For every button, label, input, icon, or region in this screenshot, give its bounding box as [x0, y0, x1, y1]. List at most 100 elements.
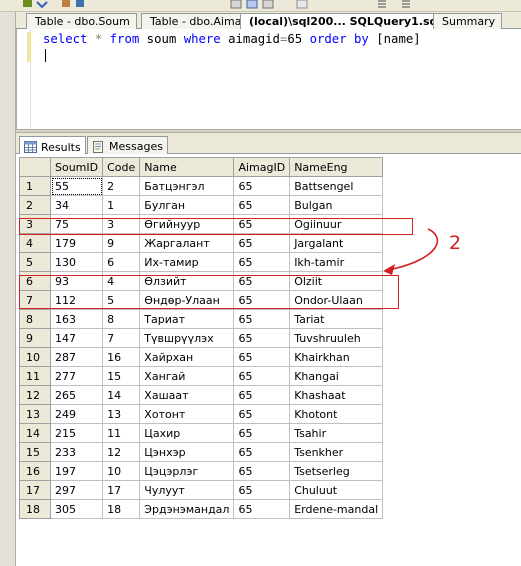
- cell-nameeng[interactable]: Ogiinuur: [289, 214, 384, 234]
- cell-code[interactable]: 9: [102, 233, 141, 253]
- cell-soumid[interactable]: 112: [49, 290, 104, 310]
- cell-code[interactable]: 17: [102, 480, 141, 500]
- cell-nameeng[interactable]: Battsengel: [289, 176, 384, 196]
- cell-soumid[interactable]: 75: [49, 214, 104, 234]
- tab-messages[interactable]: Messages: [87, 136, 168, 154]
- row-number-cell[interactable]: 7: [19, 290, 51, 310]
- row-number-cell[interactable]: 17: [19, 480, 51, 500]
- cell-name[interactable]: Тариат: [139, 309, 235, 329]
- cell-nameeng[interactable]: Tsenkher: [289, 442, 384, 462]
- cell-aimagid[interactable]: 65: [233, 271, 291, 291]
- table-row[interactable]: 17 297 17 Чулуут 65 Chuluut: [19, 480, 384, 500]
- row-number-cell[interactable]: 1: [19, 176, 51, 196]
- row-number-cell[interactable]: 13: [19, 404, 51, 424]
- cell-aimagid[interactable]: 65: [233, 195, 291, 215]
- cell-name[interactable]: Батцэнгэл: [139, 176, 235, 196]
- cell-name[interactable]: Өгийнуур: [139, 214, 235, 234]
- cell-code[interactable]: 11: [102, 423, 141, 443]
- cell-soumid[interactable]: 305: [49, 499, 104, 519]
- cell-aimagid[interactable]: 65: [233, 385, 291, 405]
- cell-nameeng[interactable]: Bulgan: [289, 195, 384, 215]
- table-row[interactable]: 7 112 5 Өндөр-Улаан 65 Ondor-Ulaan: [19, 290, 384, 310]
- cell-code[interactable]: 5: [102, 290, 141, 310]
- cell-aimagid[interactable]: 65: [233, 176, 291, 196]
- cell-nameeng[interactable]: Erdene-mandal: [289, 499, 384, 519]
- cell-nameeng[interactable]: Tsetserleg: [289, 461, 384, 481]
- cell-aimagid[interactable]: 65: [233, 328, 291, 348]
- toolbar-icon[interactable]: [376, 0, 388, 9]
- cell-name[interactable]: Эрдэнэмандал: [139, 499, 235, 519]
- cell-aimagid[interactable]: 65: [233, 290, 291, 310]
- row-number-cell[interactable]: 12: [19, 385, 51, 405]
- cell-soumid[interactable]: 197: [49, 461, 104, 481]
- cell-aimagid[interactable]: 65: [233, 423, 291, 443]
- cell-soumid[interactable]: 179: [49, 233, 104, 253]
- column-header-soumid[interactable]: SoumID: [49, 157, 104, 177]
- column-header-aimagid[interactable]: AimagID: [233, 157, 291, 177]
- cell-soumid[interactable]: 215: [49, 423, 104, 443]
- row-number-cell[interactable]: 6: [19, 271, 51, 291]
- row-number-cell[interactable]: 9: [19, 328, 51, 348]
- column-header-name[interactable]: Name: [139, 157, 235, 177]
- results-grid[interactable]: SoumID Code Name AimagID NameEng 1 55 2 Бат…: [19, 157, 384, 519]
- cell-soumid[interactable]: 277: [49, 366, 104, 386]
- cell-nameeng[interactable]: Tuvshruuleh: [289, 328, 384, 348]
- cell-code[interactable]: 3: [102, 214, 141, 234]
- cell-aimagid[interactable]: 65: [233, 499, 291, 519]
- column-header-code[interactable]: Code: [102, 157, 141, 177]
- table-row[interactable]: 16 197 10 Цэцэрлэг 65 Tsetserleg: [19, 461, 384, 481]
- cell-code[interactable]: 1: [102, 195, 141, 215]
- cell-name[interactable]: Хангай: [139, 366, 235, 386]
- cell-aimagid[interactable]: 65: [233, 461, 291, 481]
- cell-name[interactable]: Цахир: [139, 423, 235, 443]
- cell-code[interactable]: 6: [102, 252, 141, 272]
- cell-nameeng[interactable]: Tsahir: [289, 423, 384, 443]
- toolbar-icon[interactable]: [262, 0, 274, 9]
- sql-editor[interactable]: select * from soum where aimagid=65 orde…: [16, 29, 521, 129]
- cell-aimagid[interactable]: 65: [233, 309, 291, 329]
- cell-aimagid[interactable]: 65: [233, 252, 291, 272]
- cell-aimagid[interactable]: 65: [233, 347, 291, 367]
- cell-code[interactable]: 2: [102, 176, 141, 196]
- toolbar-icon[interactable]: [74, 0, 86, 9]
- cell-soumid[interactable]: 265: [49, 385, 104, 405]
- table-row[interactable]: 9 147 7 Түвшрүүлэх 65 Tuvshruuleh: [19, 328, 384, 348]
- table-row[interactable]: 12 265 14 Хашаат 65 Khashaat: [19, 385, 384, 405]
- table-row[interactable]: 5 130 6 Их-тамир 65 Ikh-tamir: [19, 252, 384, 272]
- cell-nameeng[interactable]: Ikh-tamir: [289, 252, 384, 272]
- cell-code[interactable]: 10: [102, 461, 141, 481]
- cell-soumid[interactable]: 297: [49, 480, 104, 500]
- cell-nameeng[interactable]: Khotont: [289, 404, 384, 424]
- cell-soumid[interactable]: 130: [49, 252, 104, 272]
- cell-code[interactable]: 13: [102, 404, 141, 424]
- row-number-cell[interactable]: 5: [19, 252, 51, 272]
- column-header-nameeng[interactable]: NameEng: [289, 157, 384, 177]
- cell-nameeng[interactable]: Khairkhan: [289, 347, 384, 367]
- tab-sql-query[interactable]: (local)\sql200... SQLQuery1.sql*: [240, 13, 454, 30]
- table-row[interactable]: 10 287 16 Хайрхан 65 Khairkhan: [19, 347, 384, 367]
- sql-query-line[interactable]: select * from soum where aimagid=65 orde…: [43, 32, 421, 46]
- cell-aimagid[interactable]: 65: [233, 480, 291, 500]
- cell-soumid[interactable]: 55: [49, 176, 104, 196]
- cell-soumid[interactable]: 93: [49, 271, 104, 291]
- cell-aimagid[interactable]: 65: [233, 233, 291, 253]
- row-number-cell[interactable]: 4: [19, 233, 51, 253]
- cell-code[interactable]: 7: [102, 328, 141, 348]
- cell-soumid[interactable]: 287: [49, 347, 104, 367]
- cell-soumid[interactable]: 233: [49, 442, 104, 462]
- toolbar-icon[interactable]: [400, 0, 412, 9]
- cell-code[interactable]: 16: [102, 347, 141, 367]
- row-number-cell[interactable]: 18: [19, 499, 51, 519]
- cell-name[interactable]: Өндөр-Улаан: [139, 290, 235, 310]
- tab-table-soum[interactable]: Table - dbo.Soum: [26, 13, 137, 29]
- cell-nameeng[interactable]: Chuluut: [289, 480, 384, 500]
- cell-nameeng[interactable]: Jargalant: [289, 233, 384, 253]
- table-row[interactable]: 4 179 9 Жаргалант 65 Jargalant: [19, 233, 384, 253]
- row-number-cell[interactable]: 8: [19, 309, 51, 329]
- table-row[interactable]: 3 75 3 Өгийнуур 65 Ogiinuur: [19, 214, 384, 234]
- table-row[interactable]: 2 34 1 Булган 65 Bulgan: [19, 195, 384, 215]
- row-number-cell[interactable]: 14: [19, 423, 51, 443]
- table-row[interactable]: 14 215 11 Цахир 65 Tsahir: [19, 423, 384, 443]
- cell-soumid[interactable]: 147: [49, 328, 104, 348]
- cell-code[interactable]: 12: [102, 442, 141, 462]
